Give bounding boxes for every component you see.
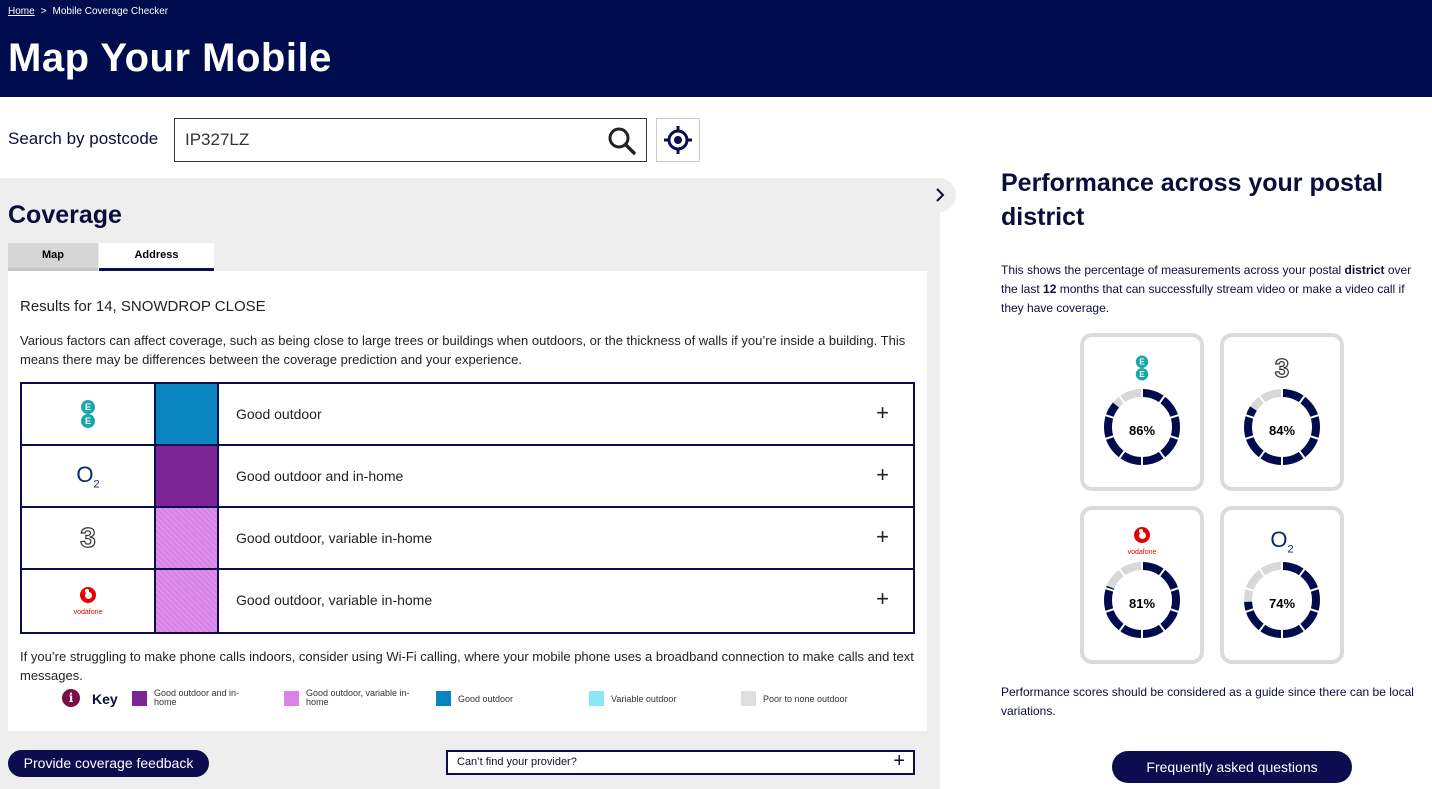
key-swatch	[589, 691, 604, 706]
coverage-swatch-variable-in-home	[156, 508, 219, 568]
o2-logo-icon: O2	[76, 461, 100, 491]
performance-percentage: 74%	[1268, 596, 1296, 611]
performance-percentage: 81%	[1128, 596, 1156, 611]
coverage-row-ee[interactable]: E E Good outdoor +	[22, 384, 913, 446]
use-my-location-button[interactable]	[656, 118, 700, 162]
search-icon	[608, 127, 636, 155]
coverage-row-vodafone[interactable]: vodafone Good outdoor, variable in-home …	[22, 570, 913, 632]
vodafone-logo-cell: vodafone	[22, 570, 156, 632]
o2-logo-cell: O2	[22, 446, 156, 506]
key-item-label: Variable outdoor	[611, 694, 677, 704]
three-logo-icon: 3	[80, 521, 97, 553]
tab-map[interactable]: Map	[8, 243, 98, 271]
performance-percentage: 84%	[1268, 423, 1296, 438]
coverage-key: i Key Good outdoor and in-home Good outd…	[62, 689, 922, 713]
coverage-swatch-good-outdoor-in-home	[156, 446, 219, 506]
chevron-right-icon	[936, 188, 945, 202]
vodafone-logo-icon: vodafone	[74, 586, 102, 616]
ee-logo-cell: E E	[22, 384, 156, 444]
expand-plus-icon[interactable]: +	[876, 400, 889, 426]
vodafone-speechmark-icon	[80, 587, 96, 603]
key-swatch	[436, 691, 451, 706]
performance-percentage: 86%	[1128, 423, 1156, 438]
performance-description: This shows the percentage of measurement…	[1001, 263, 1412, 315]
faq-button[interactable]: Frequently asked questions	[1112, 751, 1352, 783]
coverage-swatch-variable-in-home	[156, 570, 219, 632]
crosshair-location-icon	[664, 126, 692, 154]
key-swatch	[741, 691, 756, 706]
search-button[interactable]	[606, 125, 638, 157]
results-title: Results for 14, SNOWDROP CLOSE	[20, 298, 266, 315]
postcode-search-input[interactable]	[185, 127, 585, 153]
key-item-poor-to-none-outdoor: Poor to none outdoor	[741, 689, 881, 713]
provide-coverage-feedback-button[interactable]: Provide coverage feedback	[8, 750, 209, 777]
key-item-good-outdoor: Good outdoor	[436, 689, 556, 713]
key-item-label: Poor to none outdoor	[763, 694, 848, 704]
coverage-row-o2[interactable]: O2 Good outdoor and in-home +	[22, 446, 913, 508]
breadcrumb: Home > Mobile Coverage Checker	[8, 6, 168, 17]
key-item-variable-in-home: Good outdoor, variable in-home	[284, 689, 424, 713]
collapse-panel-button[interactable]	[924, 178, 956, 212]
ee-logo-icon: E E	[1084, 353, 1200, 383]
coverage-table: E E Good outdoor + O2 Good outdoor and i…	[20, 382, 915, 634]
performance-card-ee: E E 86%	[1080, 333, 1204, 491]
expand-plus-icon[interactable]: +	[876, 586, 889, 612]
performance-card-vodafone: vodafone 81%	[1080, 506, 1204, 664]
postcode-search-box	[174, 118, 647, 162]
key-label: Key	[92, 691, 118, 707]
coverage-status: Good outdoor	[236, 406, 322, 422]
breadcrumb-home-link[interactable]: Home	[8, 6, 35, 17]
key-item-variable-outdoor: Variable outdoor	[589, 689, 709, 713]
vodafone-speechmark-icon	[1134, 527, 1150, 543]
vodafone-logo-icon: vodafone	[1084, 526, 1200, 556]
expand-plus-icon[interactable]: +	[876, 524, 889, 550]
cant-find-provider-button[interactable]: Can’t find your provider? +	[446, 750, 915, 775]
page-title: Map Your Mobile	[8, 36, 332, 80]
performance-title: Performance across your postal district	[1001, 169, 1384, 231]
cant-find-provider-label: Can’t find your provider?	[457, 756, 577, 768]
tab-address[interactable]: Address	[99, 243, 214, 271]
key-item-label: Good outdoor and in-home	[154, 688, 240, 707]
coverage-status: Good outdoor, variable in-home	[236, 592, 433, 608]
breadcrumb-separator: >	[40, 6, 47, 17]
svg-text:E: E	[1139, 370, 1145, 379]
performance-card-o2: O2 74%	[1220, 506, 1344, 664]
svg-text:E: E	[1139, 357, 1145, 366]
svg-text:E: E	[85, 416, 91, 426]
key-swatch	[132, 691, 147, 706]
coverage-swatch-good-outdoor	[156, 384, 219, 444]
key-swatch	[284, 691, 299, 706]
search-label: Search by postcode	[8, 129, 159, 148]
coverage-row-three[interactable]: 3 Good outdoor, variable in-home +	[22, 508, 913, 570]
o2-logo-icon: O2	[1270, 526, 1294, 556]
ee-logo-icon: E E	[81, 400, 95, 428]
expand-plus-icon[interactable]: +	[876, 462, 889, 488]
performance-card-three: 3 84%	[1220, 333, 1344, 491]
coverage-status: Good outdoor, variable in-home	[236, 530, 433, 546]
plus-icon: +	[893, 750, 905, 772]
info-icon[interactable]: i	[62, 689, 80, 707]
coverage-status: Good outdoor and in-home	[236, 468, 404, 484]
wifi-calling-note: If you’re struggling to make phone calls…	[20, 649, 914, 683]
key-item-label: Good outdoor	[458, 694, 514, 704]
coverage-title: Coverage	[8, 201, 122, 229]
site-header: Home > Mobile Coverage Checker Map Your Mo…	[0, 0, 1432, 97]
breadcrumb-current: Mobile Coverage Checker	[52, 6, 169, 17]
key-item-label: Good outdoor, variable in-home	[306, 688, 410, 707]
svg-text:E: E	[85, 402, 91, 412]
three-logo-icon: 3	[1274, 352, 1290, 383]
performance-note: Performance scores should be considered …	[1001, 685, 1414, 718]
coverage-disclaimer: Various factors can affect coverage, suc…	[20, 333, 906, 367]
key-item-good-outdoor-in-home: Good outdoor and in-home	[132, 689, 262, 713]
three-logo-cell: 3	[22, 508, 156, 568]
